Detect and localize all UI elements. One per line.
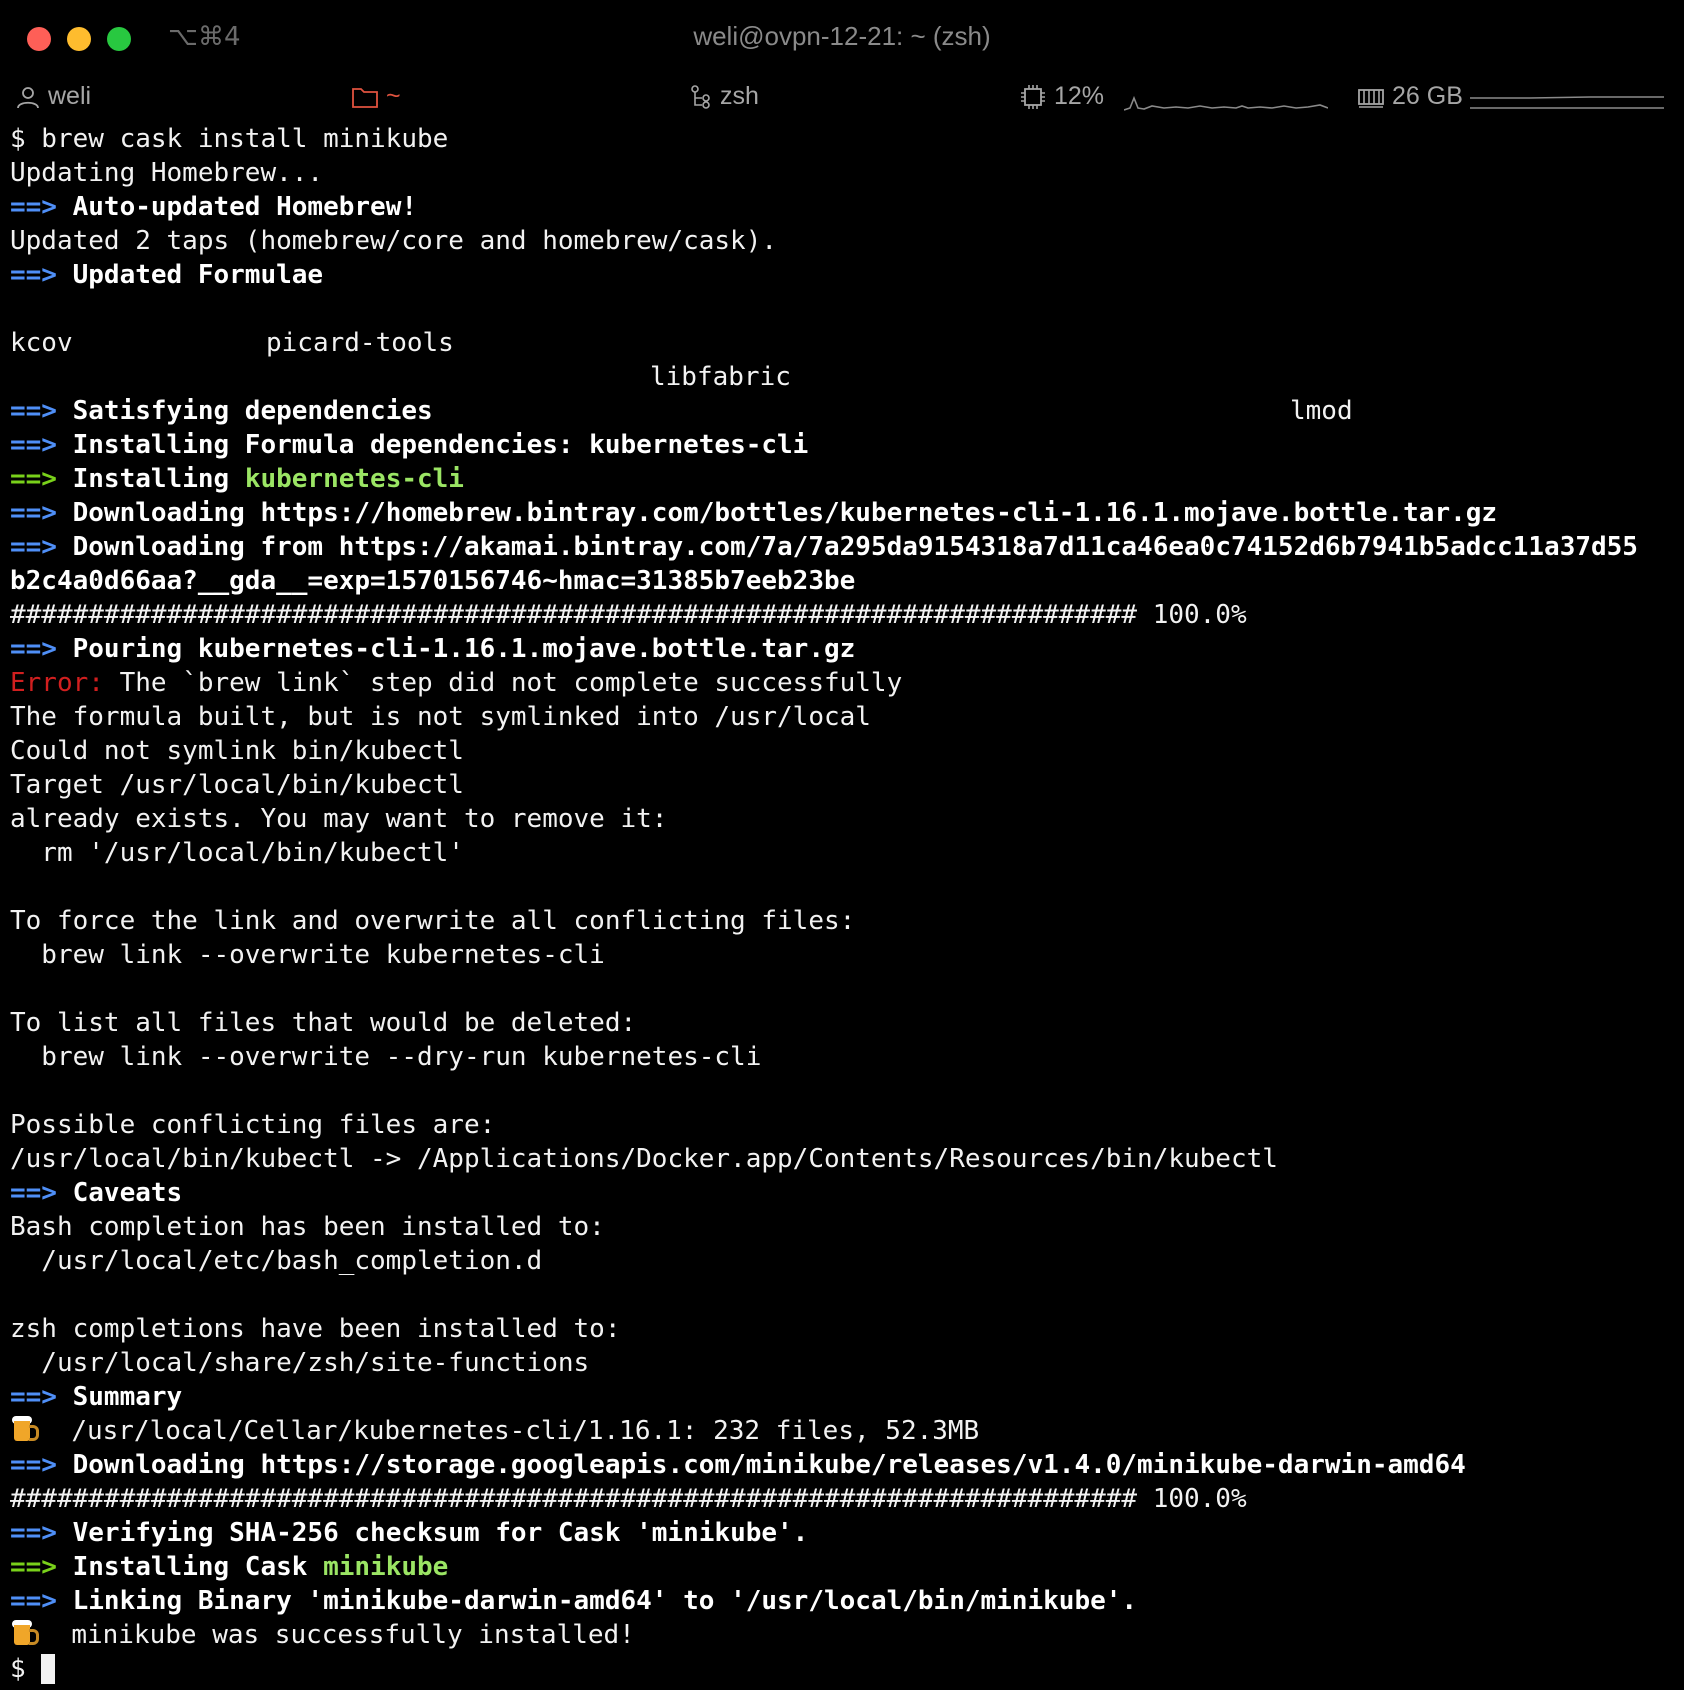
terminal-line: /usr/local/Cellar/kubernetes-cli/1.16.1:… — [10, 1414, 1680, 1448]
terminal-line: picard-tools — [10, 326, 1680, 360]
terminal-line: Error: The `brew link` step did not comp… — [10, 668, 903, 698]
terminal-line: $ brew cask install minikube — [10, 124, 449, 154]
arrow-marker: ==> — [10, 532, 57, 562]
status-directory-label: ~ — [386, 82, 401, 110]
terminal-line: ==> Installing Cask minikube — [10, 1552, 449, 1582]
terminal-line: ==> Installing kubernetes-cli — [10, 464, 464, 494]
arrow-marker: ==> — [10, 1586, 57, 1616]
user-icon — [17, 86, 39, 108]
terminal-window: ⌥⌘4 weli@ovpn-12-21: ~ (zsh) weli ~ zsh — [0, 0, 1684, 1690]
progress-bar: ########################################… — [10, 600, 1247, 630]
terminal-line: kcov libfabric lmod — [10, 292, 1680, 426]
status-directory[interactable]: ~ — [352, 82, 401, 111]
cpu-icon — [1021, 84, 1045, 109]
window-title: weli@ovpn-12-21: ~ (zsh) — [693, 21, 991, 51]
status-user-label: weli — [48, 82, 92, 110]
terminal-line: already exists. You may want to remove i… — [10, 804, 668, 834]
terminal-line: ==> Verifying SHA-256 checksum for Cask … — [10, 1518, 809, 1548]
memory-icon — [1358, 88, 1384, 108]
terminal-line: ==> Downloading https://homebrew.bintray… — [10, 498, 1498, 528]
beer-icon — [10, 1415, 40, 1443]
cpu-sparkline — [1124, 95, 1328, 111]
prompt: $ — [10, 1654, 42, 1684]
formula-name: lmod — [1290, 396, 1353, 426]
terminal-line: ==> Caveats — [10, 1178, 183, 1208]
status-shell-label: zsh — [720, 82, 759, 110]
terminal-line: To list all files that would be deleted: — [10, 1008, 637, 1038]
status-memory-label: 26 GB — [1392, 82, 1463, 110]
terminal-line: /usr/local/etc/bash_completion.d — [10, 1246, 543, 1276]
terminal-line: To force the link and overwrite all conf… — [10, 906, 856, 936]
terminal-line: Possible conflicting files are: — [10, 1110, 496, 1140]
terminal-line: Updated 2 taps (homebrew/core and homebr… — [10, 226, 778, 256]
terminal-line: Bash completion has been installed to: — [10, 1212, 605, 1242]
status-cpu-label: 12% — [1054, 82, 1105, 110]
arrow-marker: ==> — [10, 1450, 57, 1480]
terminal-line: brew link --overwrite kubernetes-cli — [10, 940, 605, 970]
terminal-line: ==> Pouring kubernetes-cli-1.16.1.mojave… — [10, 634, 856, 664]
status-cpu[interactable]: 12% — [1020, 82, 1104, 111]
terminal-line: ==> Auto-updated Homebrew! — [10, 192, 417, 222]
terminal-output[interactable]: $ brew cask install minikube Updating Ho… — [10, 122, 1680, 1686]
terminal-line: The formula built, but is not symlinked … — [10, 702, 871, 732]
folder-icon — [352, 87, 378, 108]
terminal-line: ==> Linking Binary 'minikube-darwin-amd6… — [10, 1586, 1138, 1616]
terminal-line: ==> Satisfying dependencies — [10, 396, 433, 426]
formula-name: kcov — [10, 328, 73, 358]
arrow-marker: ==> — [10, 260, 57, 290]
arrow-marker: ==> — [10, 464, 57, 494]
progress-bar: ########################################… — [10, 1484, 1247, 1514]
terminal-line: brew link --overwrite --dry-run kubernet… — [10, 1042, 762, 1072]
arrow-marker: ==> — [10, 1178, 57, 1208]
terminal-line: ==> Updated Formulae — [10, 260, 324, 290]
title-bar: ⌥⌘4 weli@ovpn-12-21: ~ (zsh) — [0, 0, 1684, 74]
status-bar: weli ~ zsh 12% 26 GB — [0, 74, 1684, 126]
prompt-line[interactable]: $ — [10, 1652, 1680, 1686]
arrow-marker: ==> — [10, 1552, 57, 1582]
status-user[interactable]: weli — [16, 82, 91, 111]
terminal-line: Could not symlink bin/kubectl — [10, 736, 464, 766]
arrow-marker: ==> — [10, 498, 57, 528]
arrow-marker: ==> — [10, 192, 57, 222]
status-shell[interactable]: zsh — [690, 82, 759, 111]
status-memory[interactable]: 26 GB — [1358, 82, 1463, 111]
text-cursor — [41, 1654, 56, 1684]
terminal-line: /usr/local/bin/kubectl -> /Applications/… — [10, 1144, 1278, 1174]
process-tree-icon — [691, 84, 710, 109]
error-label: Error: — [10, 668, 104, 698]
terminal-line: Target /usr/local/bin/kubectl — [10, 770, 464, 800]
memory-sparkline — [1470, 96, 1664, 109]
terminal-line: Updating Homebrew... — [10, 158, 324, 188]
terminal-line: ==> Downloading from https://akamai.bint… — [10, 532, 1638, 562]
arrow-marker: ==> — [10, 1518, 57, 1548]
arrow-marker: ==> — [10, 1382, 57, 1412]
arrow-marker: ==> — [10, 634, 57, 664]
terminal-line: /usr/local/share/zsh/site-functions — [10, 1348, 590, 1378]
terminal-line: minikube was successfully installed! — [10, 1618, 1680, 1652]
terminal-line: zsh completions have been installed to: — [10, 1314, 621, 1344]
terminal-line: ==> Installing Formula dependencies: kub… — [10, 430, 809, 460]
terminal-line: rm '/usr/local/bin/kubectl' — [10, 838, 464, 868]
terminal-line: b2c4a0d66aa?__gda__=exp=1570156746~hmac=… — [10, 566, 856, 596]
beer-icon — [10, 1619, 40, 1647]
formula-name: libfabric — [650, 362, 791, 392]
terminal-line: ==> Summary — [10, 1382, 183, 1412]
terminal-line: ==> Downloading https://storage.googleap… — [10, 1450, 1466, 1480]
